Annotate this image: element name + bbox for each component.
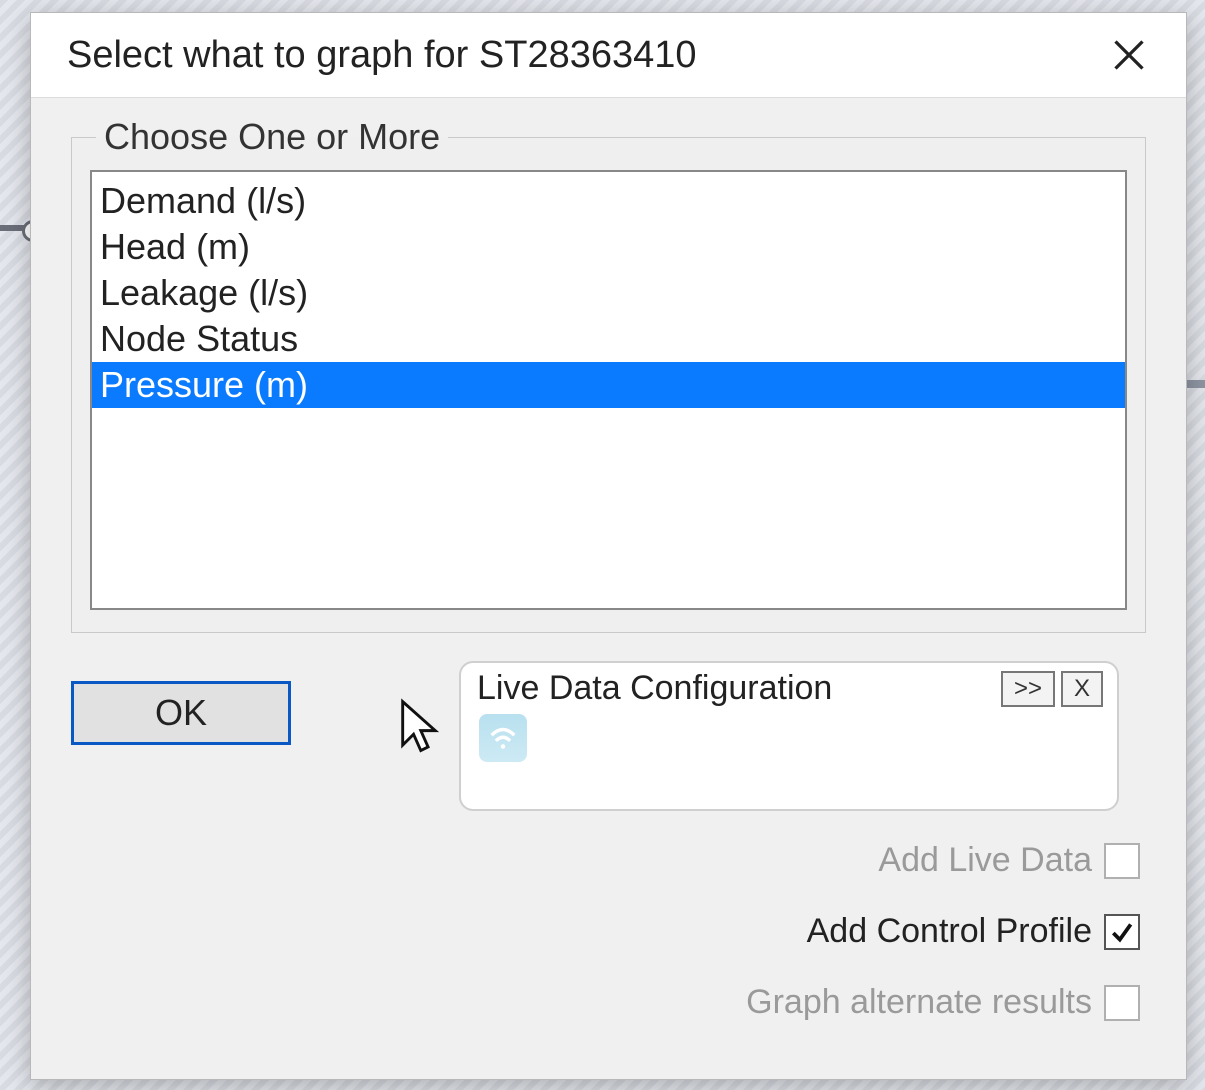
add-live-data-label: Add Live Data [878, 841, 1092, 880]
dialog-titlebar: Select what to graph for ST28363410 [31, 13, 1186, 98]
graph-selection-dialog: Select what to graph for ST28363410 Choo… [30, 12, 1187, 1080]
list-item[interactable]: Demand (l/s) [92, 178, 1125, 224]
expand-button-label: >> [1014, 675, 1042, 703]
choose-one-or-more-group: Choose One or More Demand (l/s)Head (m)L… [71, 116, 1146, 633]
graph-alternate-results-checkbox [1104, 985, 1140, 1021]
graph-alternate-results-label: Graph alternate results [746, 983, 1092, 1022]
dialog-title: Select what to graph for ST28363410 [67, 34, 1104, 77]
add-control-profile-checkbox[interactable] [1104, 914, 1140, 950]
list-item[interactable]: Head (m) [92, 224, 1125, 270]
add-live-data-checkbox [1104, 843, 1140, 879]
list-item[interactable]: Leakage (l/s) [92, 270, 1125, 316]
background-pipe-left [0, 225, 34, 231]
ok-button[interactable]: OK [71, 681, 291, 745]
expand-button[interactable]: >> [1001, 671, 1055, 707]
ok-button-label: OK [155, 692, 207, 734]
wifi-icon [479, 714, 527, 762]
live-close-button-label: X [1074, 675, 1090, 703]
background-pipe-right [1185, 380, 1205, 388]
add-control-profile-label: Add Control Profile [807, 912, 1092, 951]
graph-alternate-results-row: Graph alternate results [746, 983, 1140, 1022]
add-control-profile-row: Add Control Profile [807, 912, 1140, 951]
live-close-button[interactable]: X [1061, 671, 1103, 707]
live-data-title: Live Data Configuration [477, 669, 995, 708]
checkmark-icon [1109, 919, 1135, 945]
close-button[interactable] [1104, 30, 1154, 80]
list-item[interactable]: Pressure (m) [92, 362, 1125, 408]
close-icon [1111, 37, 1147, 73]
options-checkboxes: Add Live Data Add Control Profile Graph … [746, 841, 1140, 1022]
list-item[interactable]: Node Status [92, 316, 1125, 362]
live-data-configuration-panel: Live Data Configuration >> X [459, 661, 1119, 811]
group-legend: Choose One or More [96, 116, 448, 158]
add-live-data-row: Add Live Data [878, 841, 1140, 880]
parameter-listbox[interactable]: Demand (l/s)Head (m)Leakage (l/s)Node St… [90, 170, 1127, 610]
